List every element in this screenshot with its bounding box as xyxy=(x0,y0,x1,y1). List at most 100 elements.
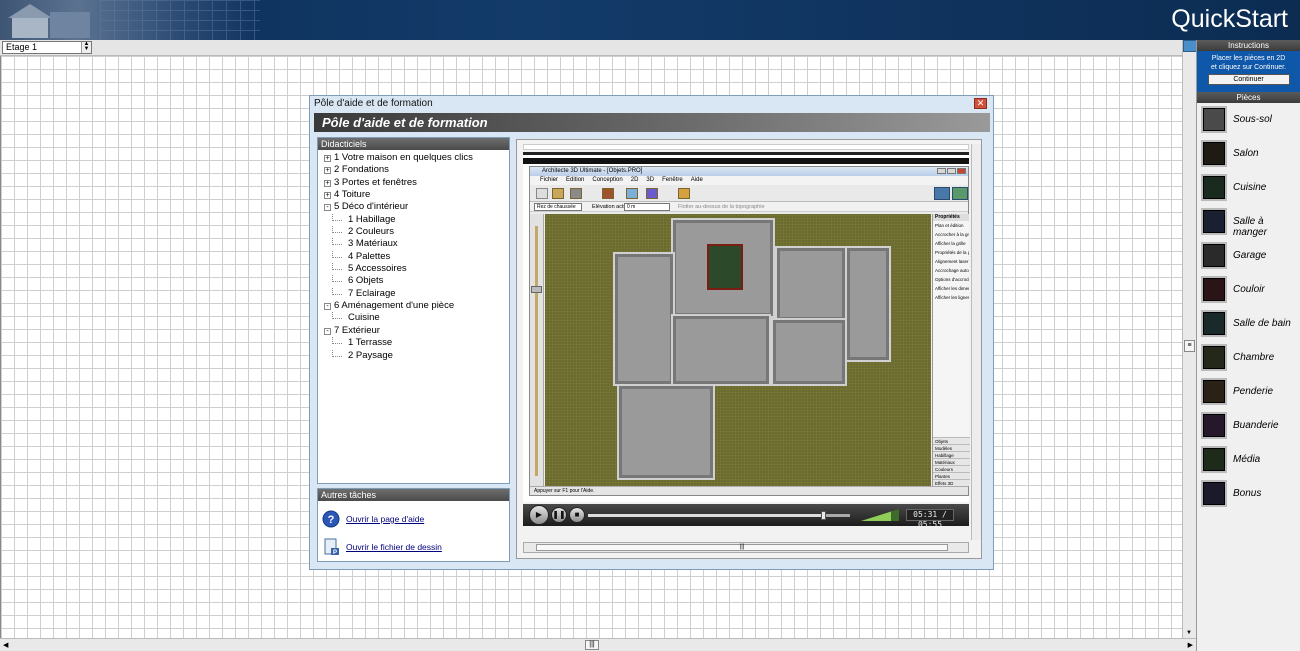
tree-item-label[interactable]: 2 Paysage xyxy=(348,350,393,362)
horizontal-scrollbar[interactable]: ◀ ||| ▶ xyxy=(0,638,1196,651)
view-toggle-icon[interactable] xyxy=(1183,40,1197,52)
room-item[interactable]: Salon xyxy=(1197,137,1300,171)
header-bar: QuickStart xyxy=(0,0,1300,40)
close-icon[interactable]: ✕ xyxy=(974,98,987,109)
expand-icon[interactable]: + xyxy=(324,179,331,187)
room-swatch[interactable] xyxy=(1201,310,1227,337)
seek-knob[interactable] xyxy=(820,511,826,520)
room-item[interactable]: Salle à manger xyxy=(1197,205,1300,239)
open-help-link[interactable]: Ouvrir la page d'aide xyxy=(346,514,424,524)
tree-connector xyxy=(332,213,342,221)
room-swatch[interactable] xyxy=(1201,174,1227,201)
continue-button[interactable]: Continuer xyxy=(1207,74,1290,85)
tree-item-label[interactable]: 4 Toiture xyxy=(334,189,370,201)
room-item[interactable]: Bonus xyxy=(1197,477,1300,511)
tree-item[interactable]: 5 Accessoires xyxy=(318,263,509,275)
tree-item[interactable]: 3 Matériaux xyxy=(318,238,509,250)
video-horizontal-scrollbar[interactable]: ||| xyxy=(523,542,969,553)
room-item[interactable]: Buanderie xyxy=(1197,409,1300,443)
svg-text:?: ? xyxy=(328,514,335,526)
room-item[interactable]: Garage xyxy=(1197,239,1300,273)
tree-item-label[interactable]: 4 Palettes xyxy=(348,251,390,263)
tree-item-label[interactable]: 1 Habillage xyxy=(348,214,396,226)
horizontal-scroll-thumb[interactable]: ||| xyxy=(585,640,599,650)
tree-item[interactable]: -7 Extérieur xyxy=(318,325,509,337)
tree-item[interactable]: +2 Fondations xyxy=(318,164,509,176)
room-item[interactable]: Cuisine xyxy=(1197,171,1300,205)
tree-item-label[interactable]: 6 Objets xyxy=(348,275,383,287)
room-swatch[interactable] xyxy=(1201,208,1227,235)
expand-icon[interactable]: + xyxy=(324,167,331,175)
tree-item[interactable]: +1 Votre maison en quelques clics xyxy=(318,152,509,164)
tree-item-label[interactable]: 1 Votre maison en quelques clics xyxy=(334,152,473,164)
scroll-right-arrow-icon[interactable]: ▶ xyxy=(1188,641,1193,649)
seek-bar-fill xyxy=(588,514,824,517)
video-vertical-scrollbar[interactable] xyxy=(971,144,981,540)
room-swatch[interactable] xyxy=(1201,344,1227,371)
video-frame[interactable]: Architecte 3D Ultimate - [Objets.PRO] Fi… xyxy=(523,152,970,502)
tree-item[interactable]: 7 Eclairage xyxy=(318,287,509,300)
floor-select[interactable]: Etage 1 ▲ ▼ xyxy=(2,41,92,54)
inner-property-row: Options d'accroch xyxy=(935,277,969,282)
tree-item-label[interactable]: 2 Couleurs xyxy=(348,226,394,238)
collapse-icon[interactable]: - xyxy=(324,204,331,212)
inner-app-title: Architecte 3D Ultimate - [Objets.PRO] xyxy=(542,168,643,174)
expand-icon[interactable]: + xyxy=(324,155,331,162)
scroll-left-arrow-icon[interactable]: ◀ xyxy=(3,641,8,649)
tree-item-label[interactable]: 5 Accessoires xyxy=(348,263,407,275)
tree-item-label[interactable]: 3 Matériaux xyxy=(348,238,398,250)
seek-bar[interactable] xyxy=(588,511,850,520)
inner-zoom-slider xyxy=(530,214,544,486)
tree-item[interactable]: 6 Objets xyxy=(318,275,509,287)
tree-item-label[interactable]: 2 Fondations xyxy=(334,164,389,176)
tree-item-label[interactable]: Cuisine xyxy=(348,312,380,324)
room-swatch[interactable] xyxy=(1201,480,1227,507)
tree-item[interactable]: 2 Couleurs xyxy=(318,226,509,238)
task-open-help[interactable]: ? Ouvrir la page d'aide xyxy=(318,505,509,531)
room-item[interactable]: Média xyxy=(1197,443,1300,477)
room-item[interactable]: Salle de bain xyxy=(1197,307,1300,341)
volume-icon[interactable] xyxy=(861,508,899,522)
room-swatch[interactable] xyxy=(1201,106,1227,133)
collapse-icon[interactable]: - xyxy=(324,303,331,311)
pause-icon[interactable]: ❚❚ xyxy=(551,507,567,523)
scroll-down-arrow-icon[interactable]: ▼ xyxy=(1186,630,1192,636)
tree-item[interactable]: Cuisine xyxy=(318,312,509,324)
room-swatch[interactable] xyxy=(1201,276,1227,303)
tree-item-label[interactable]: 7 Eclairage xyxy=(348,288,396,300)
tree-item[interactable]: +3 Portes et fenêtres xyxy=(318,177,509,189)
vertical-scroll-thumb[interactable]: ≡ xyxy=(1184,340,1195,352)
tree-item[interactable]: 4 Palettes xyxy=(318,250,509,263)
tree-item-label[interactable]: 7 Extérieur xyxy=(334,325,380,337)
tree-item-label[interactable]: 6 Aménagement d'une pièce xyxy=(334,300,454,312)
open-drawing-link[interactable]: Ouvrir le fichier de dessin xyxy=(346,542,442,552)
room-item[interactable]: Couloir xyxy=(1197,273,1300,307)
task-open-drawing[interactable]: P Ouvrir le fichier de dessin xyxy=(318,533,509,559)
tree-item[interactable]: 1 Habillage xyxy=(318,213,509,226)
play-icon[interactable]: ▶ xyxy=(529,505,549,525)
room-label: Sous-sol xyxy=(1233,114,1272,125)
header-house-artwork xyxy=(0,0,260,40)
tree-item[interactable]: 1 Terrasse xyxy=(318,337,509,349)
tree-item[interactable]: 2 Paysage xyxy=(318,349,509,362)
collapse-icon[interactable]: - xyxy=(324,327,331,335)
room-swatch[interactable] xyxy=(1201,140,1227,167)
vertical-scrollbar[interactable]: ≡ ▼ xyxy=(1182,40,1197,638)
room-swatch[interactable] xyxy=(1201,412,1227,439)
room-swatch[interactable] xyxy=(1201,446,1227,473)
tree-item[interactable]: -6 Aménagement d'une pièce xyxy=(318,300,509,312)
expand-icon[interactable]: + xyxy=(324,192,331,200)
tree-item-label[interactable]: 3 Portes et fenêtres xyxy=(334,177,417,189)
stop-icon[interactable]: ■ xyxy=(569,507,585,523)
room-item[interactable]: Penderie xyxy=(1197,375,1300,409)
tree-item[interactable]: -5 Déco d'intérieur xyxy=(318,201,509,213)
spin-arrows-icon[interactable]: ▲ ▼ xyxy=(81,41,91,53)
tree-item-label[interactable]: 5 Déco d'intérieur xyxy=(334,201,408,213)
room-swatch[interactable] xyxy=(1201,378,1227,405)
room-item[interactable]: Chambre xyxy=(1197,341,1300,375)
room-swatch[interactable] xyxy=(1201,242,1227,269)
tree-item-label[interactable]: 1 Terrasse xyxy=(348,337,392,349)
room-item[interactable]: Sous-sol xyxy=(1197,103,1300,137)
video-horizontal-scroll-thumb[interactable]: ||| xyxy=(536,544,948,551)
tree-item[interactable]: +4 Toiture xyxy=(318,189,509,201)
